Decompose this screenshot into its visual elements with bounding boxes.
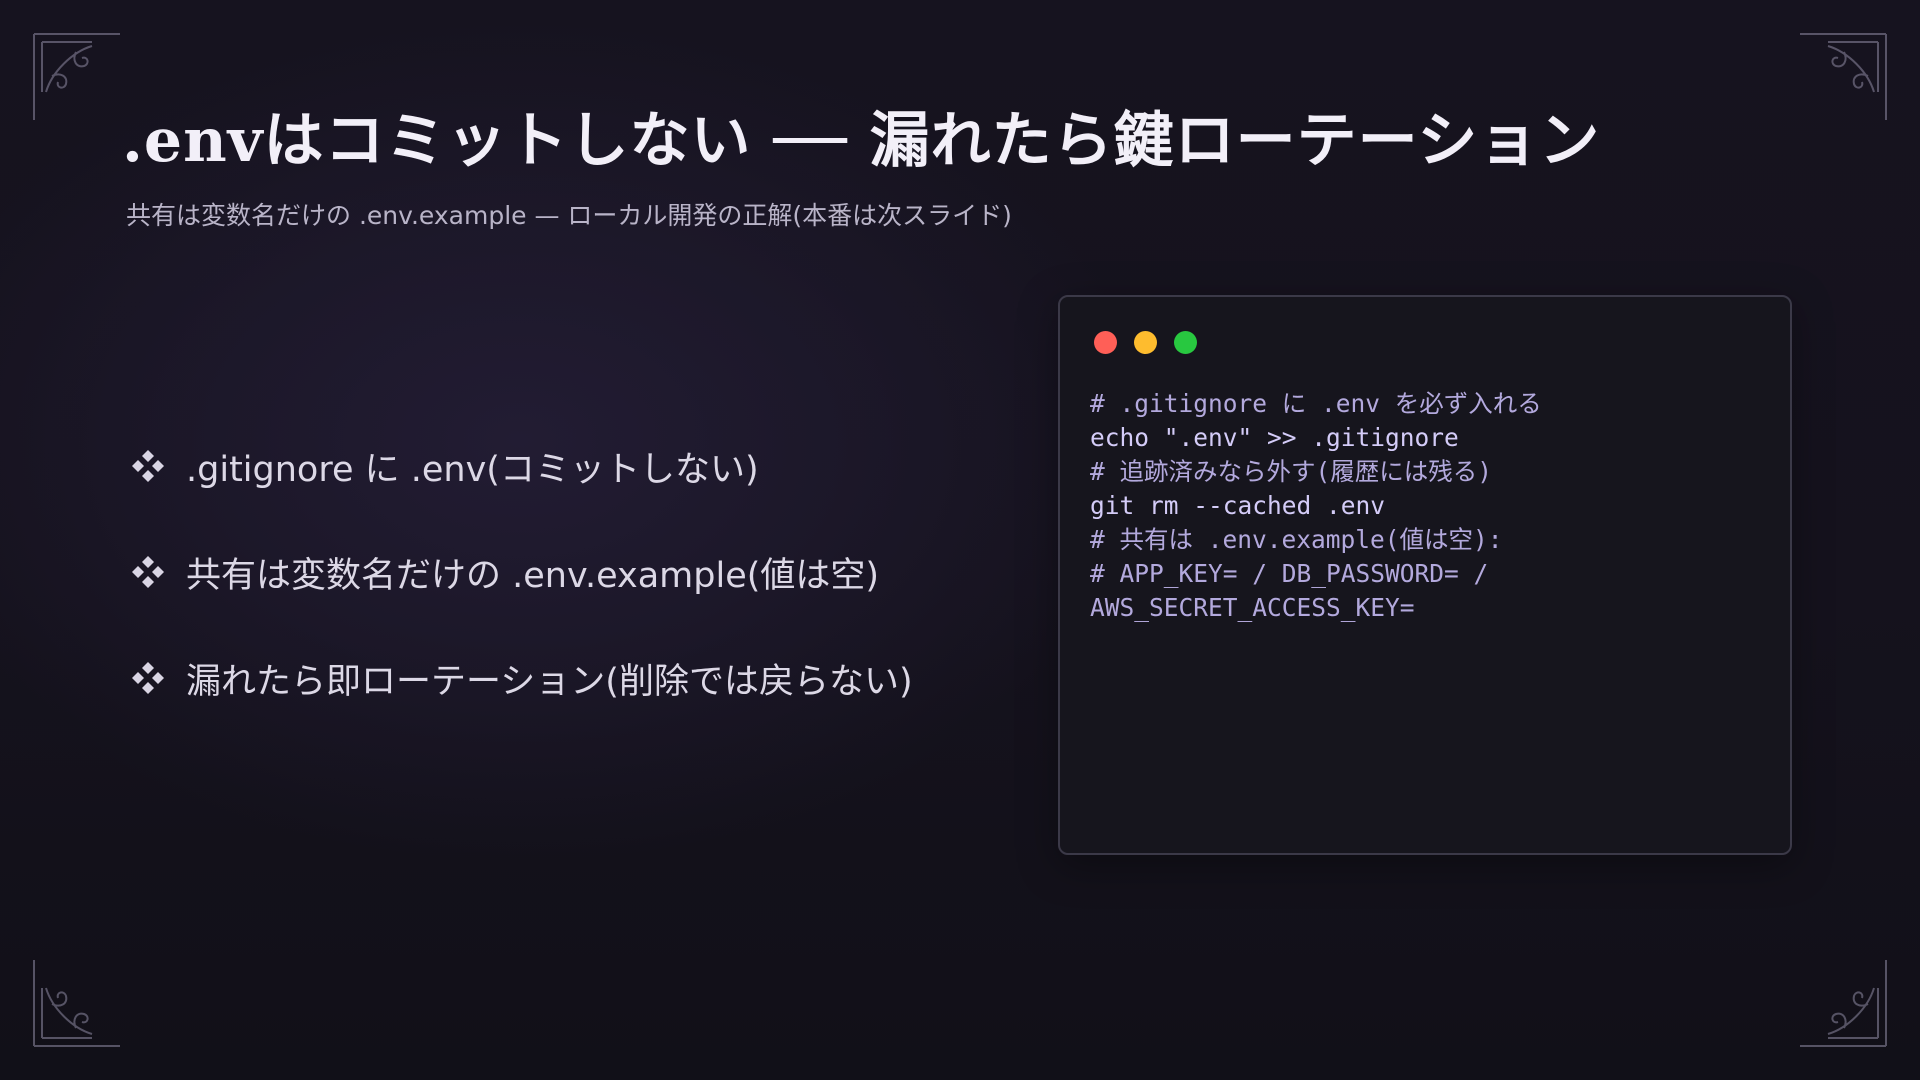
diamond-bullet-icon	[132, 556, 164, 588]
slide-subtitle: 共有は変数名だけの .env.example — ローカル開発の正解(本番は次ス…	[126, 201, 1012, 230]
window-controls	[1094, 331, 1214, 354]
corner-ornament-icon	[33, 960, 120, 1047]
slide-title: .envはコミットしない ── 漏れたら鍵ローテーション	[122, 106, 1601, 176]
code-line: git rm --cached .env	[1090, 491, 1386, 520]
corner-ornament-icon	[1800, 960, 1887, 1047]
code-line: # 共有は .env.example(値は空):	[1090, 525, 1503, 554]
bullet-text: 漏れたら即ローテーション(削除では戻らない)	[186, 661, 913, 702]
slide: .envはコミットしない ── 漏れたら鍵ローテーション 共有は変数名だけの .…	[0, 0, 1920, 1080]
minimize-dot-icon[interactable]	[1134, 331, 1157, 354]
diamond-bullet-icon	[132, 662, 164, 694]
bullet-text: 共有は変数名だけの .env.example(値は空)	[186, 555, 880, 596]
close-dot-icon[interactable]	[1094, 331, 1117, 354]
corner-ornament-icon	[1800, 33, 1887, 120]
bullet-item: 漏れたら即ローテーション(削除では戻らない)	[130, 652, 913, 704]
maximize-dot-icon[interactable]	[1174, 331, 1197, 354]
bullet-list: .gitignore に .env(コミットしない) 共有は変数名だけの .en…	[130, 440, 913, 758]
terminal-window: # .gitignore に .env を必ず入れる echo ".env" >>…	[1058, 295, 1792, 855]
code-line: echo ".env" >> .gitignore	[1090, 423, 1459, 452]
code-line: # .gitignore に .env を必ず入れる	[1090, 389, 1542, 418]
bullet-item: .gitignore に .env(コミットしない)	[130, 440, 913, 492]
code-block: # .gitignore に .env を必ず入れる echo ".env" >>…	[1090, 387, 1770, 625]
diamond-bullet-icon	[132, 450, 164, 482]
code-line: # APP_KEY= / DB_PASSWORD= /	[1090, 559, 1489, 588]
code-line: # 追跡済みなら外す(履歴には残る)	[1090, 457, 1492, 486]
bullet-item: 共有は変数名だけの .env.example(値は空)	[130, 546, 913, 598]
corner-ornament-icon	[33, 33, 120, 120]
bullet-text: .gitignore に .env(コミットしない)	[186, 449, 759, 490]
code-line: AWS_SECRET_ACCESS_KEY=	[1090, 593, 1415, 622]
